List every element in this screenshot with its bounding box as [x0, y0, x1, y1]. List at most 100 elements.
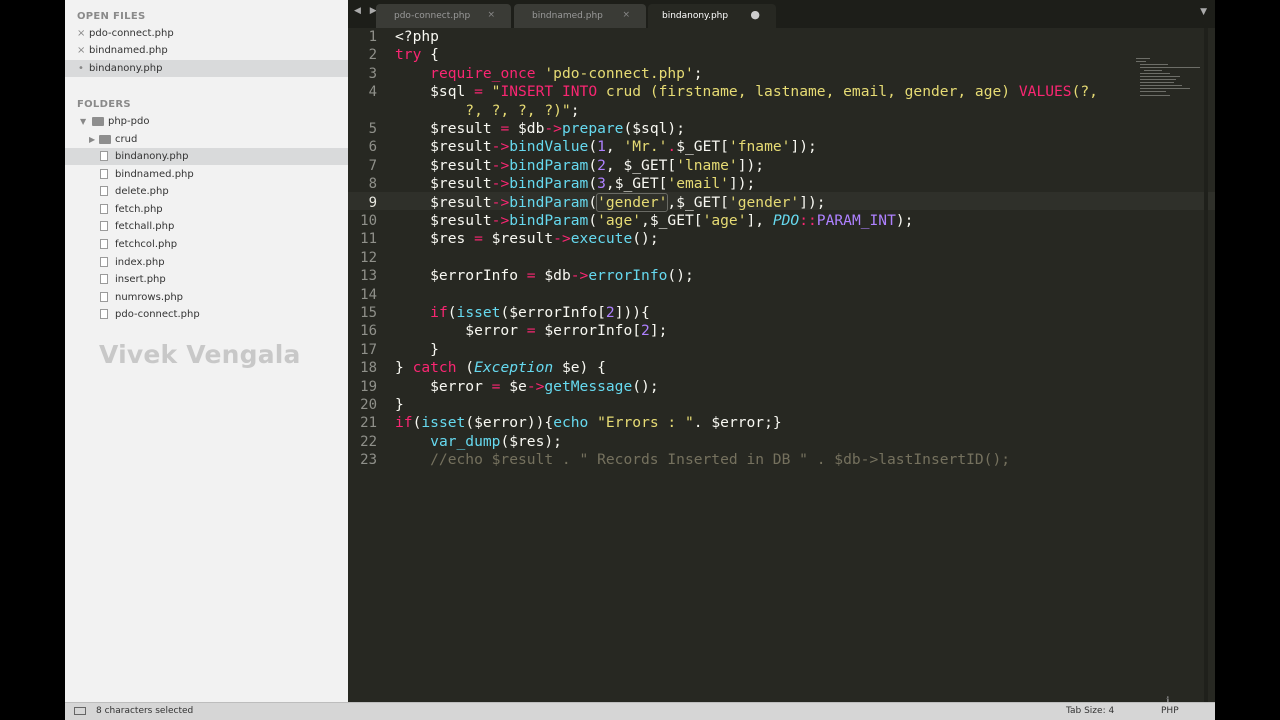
code-token: $error	[395, 377, 492, 395]
close-icon[interactable]: ×	[77, 25, 85, 42]
code-token: bindParam	[509, 193, 589, 211]
tab-pdo-connect[interactable]: pdo-connect.php ×	[376, 4, 511, 28]
code-token: $e) {	[553, 359, 606, 377]
code-token: $db	[535, 267, 571, 285]
code-token: ,$_GET[	[667, 193, 729, 211]
code-token: 'pdo-connect.php'	[544, 64, 694, 82]
code-token: 3	[597, 175, 606, 193]
code-line[interactable]: ?, ?, ?, ?)";	[395, 101, 579, 120]
open-file-item-active[interactable]: • bindanony.php	[65, 60, 348, 77]
code-line[interactable]: }	[395, 341, 439, 359]
tab-label: bindanony.php	[662, 11, 729, 21]
line-number: 2	[368, 47, 377, 64]
syntax-indicator[interactable]: PHP	[1161, 706, 1179, 716]
code-line[interactable]: //echo $result . " Records Inserted in D…	[395, 451, 1010, 469]
line-number: 10	[360, 213, 377, 229]
code-token: VALUES	[1018, 83, 1072, 101]
code-token: );	[895, 212, 914, 229]
code-token: ::	[799, 212, 817, 229]
code-line[interactable]: $result->bindParam(3,$_GET['email']);	[395, 175, 755, 193]
code-token: ->	[553, 230, 571, 248]
file-item[interactable]: fetchcol.php	[65, 236, 348, 253]
code-token: ?, ?, ?, ?)"	[395, 101, 571, 119]
code-token: =	[526, 267, 536, 285]
code-token: ($errorInfo[	[500, 304, 606, 321]
code-token: prepare	[561, 120, 624, 137]
disclosure-open-icon[interactable]: ▼	[80, 113, 86, 130]
code-line[interactable]: $sql = "INSERT INTO crud (firstname, las…	[395, 83, 1098, 101]
code-token: 2	[641, 322, 650, 340]
code-line[interactable]: var_dump($res);	[395, 433, 562, 451]
file-icon	[100, 274, 108, 284]
code-token: ->	[491, 212, 510, 229]
tab-bindnamed[interactable]: bindnamed.php ×	[514, 4, 646, 28]
open-file-item[interactable]: × bindnamed.php	[65, 42, 348, 59]
code-line[interactable]: $error = $errorInfo[2];	[395, 322, 667, 340]
file-item[interactable]: fetchall.php	[65, 218, 348, 235]
code-line[interactable]: $result->bindParam('gender',$_GET['gende…	[395, 192, 826, 212]
tab-size-indicator[interactable]: Tab Size: 4	[1066, 706, 1114, 716]
file-item[interactable]: bindnamed.php	[65, 166, 348, 183]
file-label: fetchall.php	[115, 221, 175, 232]
file-item[interactable]: insert.php	[65, 271, 348, 288]
code-line[interactable]: try {	[395, 46, 439, 64]
code-token: $error	[395, 322, 527, 340]
code-token: 'email'	[667, 175, 729, 193]
code-token: }	[395, 359, 413, 377]
selection-status: 8 characters selected	[96, 706, 194, 716]
tab-dropdown-icon[interactable]: ▼	[1200, 7, 1207, 17]
unsaved-dot-icon[interactable]: •	[78, 60, 84, 77]
code-line[interactable]: $res = $result->execute();	[395, 230, 658, 248]
code-token: if	[430, 304, 448, 321]
folder-icon	[99, 135, 111, 144]
file-item[interactable]: index.php	[65, 254, 348, 271]
code-line[interactable]: $result->bindParam(2, $_GET['lname']);	[395, 157, 764, 175]
code-token: ();	[632, 377, 659, 395]
disclosure-closed-icon[interactable]: ▶	[89, 131, 95, 148]
code-line[interactable]: if(isset($error)){echo "Errors : ". $err…	[395, 414, 782, 432]
open-file-item[interactable]: × pdo-connect.php	[65, 25, 348, 42]
code-line[interactable]: require_once 'pdo-connect.php';	[395, 64, 702, 83]
code-token: $errorInfo[	[535, 322, 642, 340]
code-line[interactable]: $result->bindParam('age',$_GET['age'], P…	[395, 212, 913, 230]
code-line[interactable]: if(isset($errorInfo[2])){	[395, 304, 650, 322]
line-number: 21	[360, 415, 377, 432]
unsaved-dot-icon[interactable]: ●	[750, 8, 760, 21]
code-token: (	[447, 304, 457, 321]
file-label: bindnamed.php	[115, 169, 194, 180]
file-item[interactable]: bindanony.php	[65, 148, 348, 165]
close-icon[interactable]: ×	[77, 42, 85, 59]
code-line[interactable]: } catch (Exception $e) {	[395, 359, 606, 377]
code-line[interactable]: <?php	[395, 28, 439, 46]
code-token: (	[456, 359, 475, 377]
code-line[interactable]: }	[395, 396, 404, 414]
code-token: }	[395, 340, 439, 358]
panel-toggle-icon[interactable]	[74, 707, 86, 715]
close-icon[interactable]: ×	[622, 10, 630, 20]
file-icon	[100, 309, 108, 319]
file-item[interactable]: delete.php	[65, 183, 348, 200]
file-label: index.php	[115, 257, 165, 268]
code-line[interactable]: $error = $e->getMessage();	[395, 377, 659, 396]
code-token: ]);	[799, 193, 826, 211]
file-item[interactable]: numrows.php	[65, 289, 348, 306]
vertical-scrollbar[interactable]	[1204, 28, 1208, 702]
code-token: ->	[491, 138, 510, 156]
code-token: isset	[456, 304, 501, 321]
code-token: ($sql);	[623, 120, 685, 137]
code-line[interactable]: $result = $db->prepare($sql);	[395, 120, 685, 138]
code-editor[interactable]: 1 2 3 4 5 6 7 8 9 10 11 12 13 14 15 16 17 18 19 20 21 22 23 <?…	[348, 28, 1215, 706]
folder-item-crud[interactable]: ▶ crud	[65, 131, 348, 148]
close-icon[interactable]: ×	[487, 10, 495, 20]
tab-bindanony-active[interactable]: bindanony.php ●	[648, 4, 776, 28]
file-item[interactable]: pdo-connect.php	[65, 306, 348, 323]
minimap[interactable]	[1136, 58, 1206, 98]
folder-item-php-pdo[interactable]: ▼ php-pdo	[65, 113, 348, 130]
file-item[interactable]: fetch.php	[65, 201, 348, 218]
code-token: (?,	[1071, 83, 1098, 101]
code-line[interactable]: $errorInfo = $db->errorInfo();	[395, 267, 694, 285]
code-token: $result	[395, 175, 492, 193]
code-line[interactable]: $result->bindValue(1, 'Mr.'.$_GET['fname…	[395, 138, 817, 156]
line-number: 16	[360, 323, 377, 340]
